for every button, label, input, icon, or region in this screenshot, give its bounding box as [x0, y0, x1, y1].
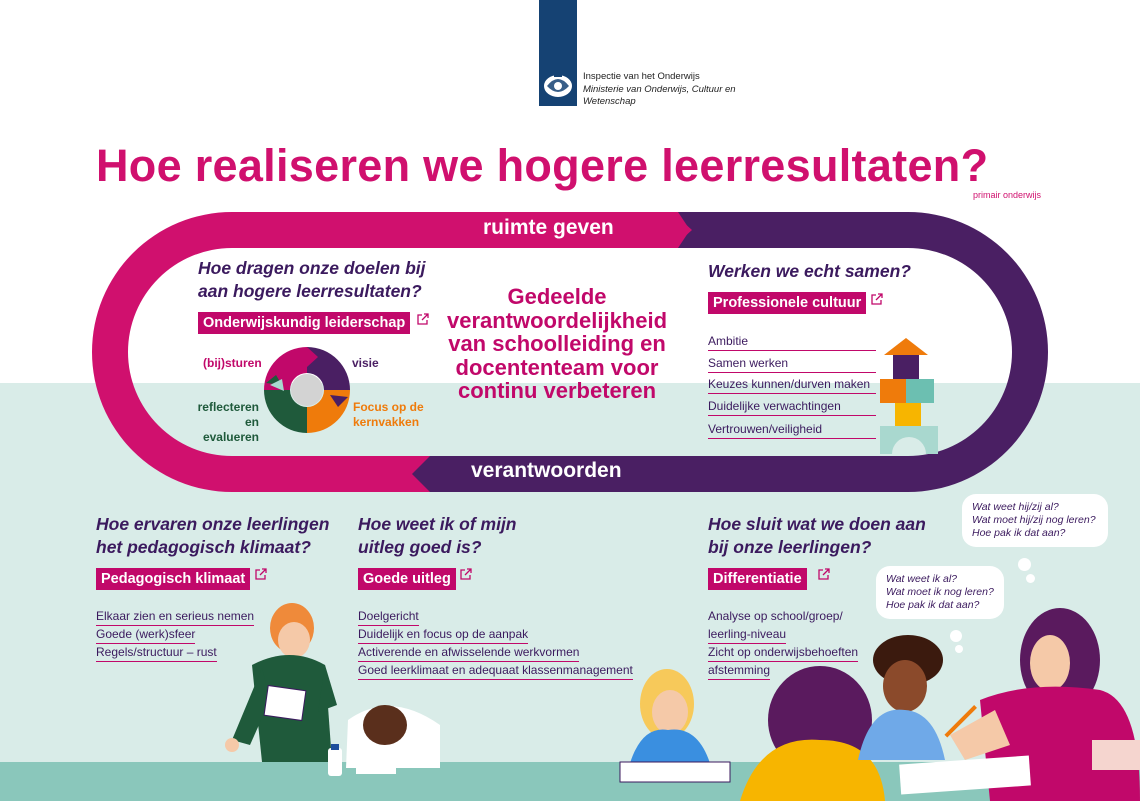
cycle-label-focus-line1: Focus op de [353, 400, 424, 414]
question-klimaat: Hoe ervaren onze leerlingen het pedagogi… [96, 514, 330, 557]
cultuur-item-keuzes: Keuzes kunnen/durven maken [708, 377, 876, 394]
glue-bottle [328, 748, 342, 776]
cycle-donut [264, 347, 350, 433]
mug [1092, 740, 1140, 770]
external-link-icon[interactable] [255, 568, 267, 580]
cultuur-item-ambitie: Ambitie [708, 334, 876, 351]
link-professionele-cultuur[interactable]: Professionele cultuur [708, 292, 867, 314]
cycle-label-reflect-line2: evalueren [202, 430, 259, 444]
external-link-icon[interactable] [417, 313, 429, 325]
center-statement: Gedeelde verantwoordelijkheid van school… [446, 284, 668, 403]
label-ruimte-geven: ruimte geven [483, 216, 614, 239]
external-link-icon[interactable] [818, 568, 830, 580]
bubble-dot [1026, 574, 1035, 583]
classroom-illustration [225, 603, 1140, 801]
teacher-speech-bubble: Wat weet hij/zij al? Wat moet hij/zij no… [962, 494, 1108, 547]
link-goede-uitleg[interactable]: Goede uitleg [358, 568, 456, 590]
curly-haired-boy-figure [858, 635, 945, 760]
cultuur-item-samen-werken: Samen werken [708, 356, 876, 373]
boy-standing-figure [225, 603, 337, 762]
bubble-line: Wat weet ik al? [886, 573, 958, 585]
cycle-label-reflect-line1: reflecteren en [197, 400, 259, 429]
link-pedagogisch-klimaat[interactable]: Pedagogisch klimaat [96, 568, 251, 590]
cycle-label-sturen: (bij)sturen [203, 356, 262, 370]
building-blocks-illustration [880, 338, 938, 454]
cycle-label-focus-line2: kernvakken [353, 415, 420, 429]
question-uitleg: Hoe weet ik of mijn uitleg goed is? [358, 514, 517, 557]
label-verantwoorden: verantwoorden [471, 459, 622, 482]
question-leiderschap: Hoe dragen onze doelen bij aan hogere le… [198, 258, 426, 301]
external-link-icon[interactable] [871, 293, 883, 305]
cycle-label-focus: Focus op de kernvakken [353, 400, 424, 430]
cultuur-item-verwachtingen: Duidelijke verwachtingen [708, 399, 876, 416]
bubble-dot [1018, 558, 1031, 571]
bubble-line: Wat weet hij/zij al? [972, 501, 1059, 513]
cultuur-item-vertrouwen: Vertrouwen/veiligheid [708, 422, 876, 439]
bubble-line: Hoe pak ik dat aan? [972, 527, 1066, 539]
link-onderwijskundig-leiderschap[interactable]: Onderwijskundig leiderschap [198, 312, 411, 334]
question-samenwerken: Werken we echt samen? [708, 261, 911, 281]
blonde-girl-figure [619, 669, 731, 783]
cycle-label-visie: visie [352, 356, 379, 370]
bubble-line: Wat moet hij/zij nog leren? [972, 514, 1096, 526]
link-differentiatie[interactable]: Differentiatie [708, 568, 807, 590]
cycle-label-reflecteren: reflecteren en evalueren [183, 400, 259, 445]
dark-haired-student-figure [740, 666, 885, 801]
student-head-down-figure [346, 705, 440, 774]
external-link-icon[interactable] [460, 568, 472, 580]
question-differentiatie: Hoe sluit wat we doen aan bij onze leerl… [708, 514, 926, 557]
